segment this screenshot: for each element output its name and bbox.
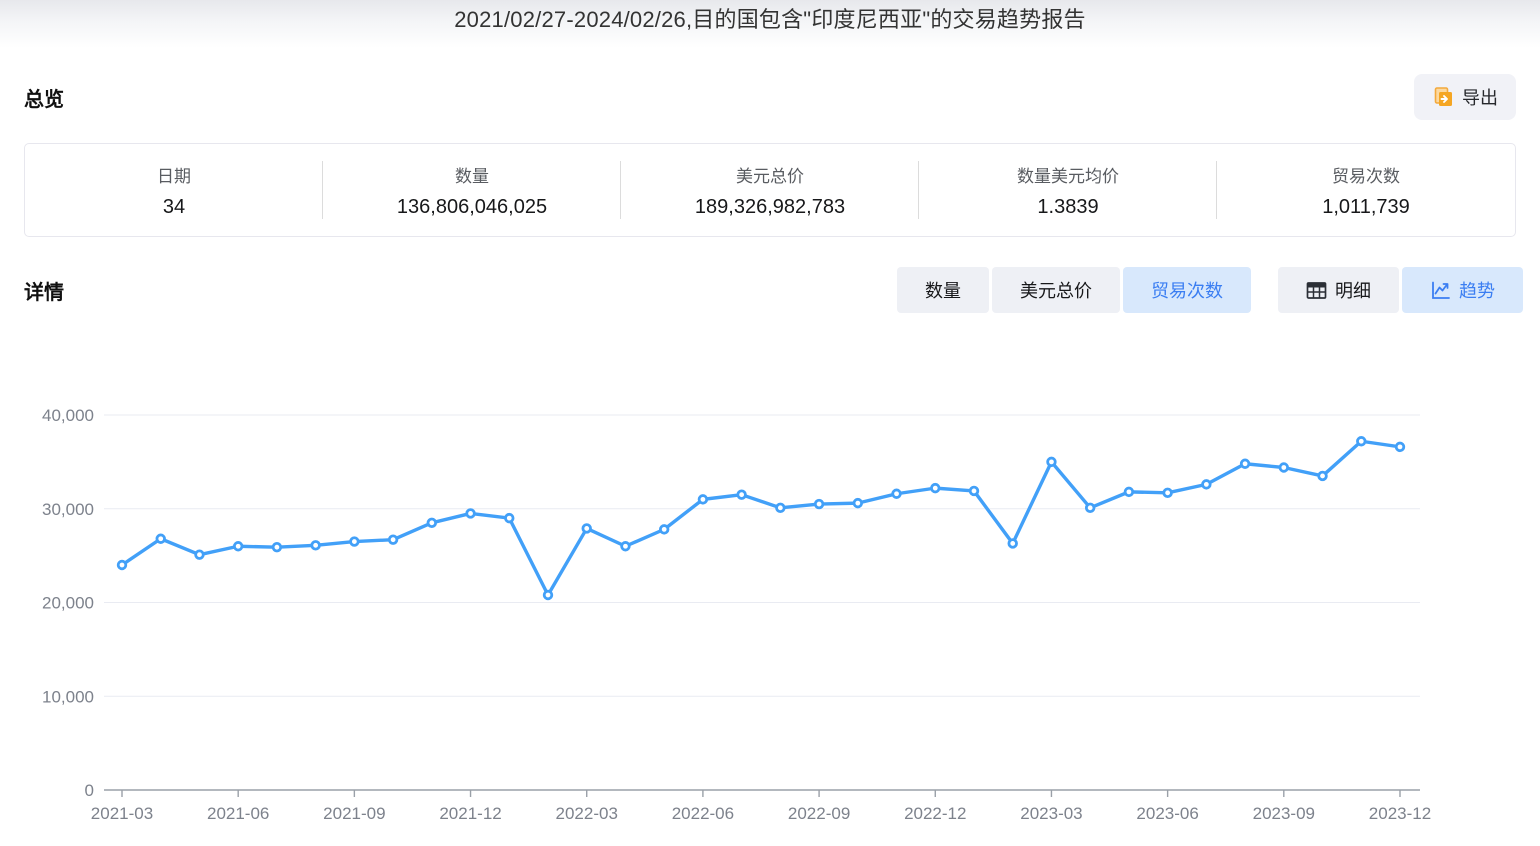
tab-quantity[interactable]: 数量 xyxy=(897,267,989,313)
details-tab-groups: 数量 美元总价 贸易次数 明细 xyxy=(897,267,1523,313)
svg-text:2021-09: 2021-09 xyxy=(323,804,385,823)
svg-text:2021-12: 2021-12 xyxy=(439,804,501,823)
stat-label: 日期 xyxy=(157,162,191,187)
stat-value: 136,806,046,025 xyxy=(397,196,547,219)
svg-text:2022-03: 2022-03 xyxy=(556,804,618,823)
svg-text:2022-09: 2022-09 xyxy=(788,804,850,823)
document-export-icon xyxy=(1432,86,1454,108)
tab-trade-count[interactable]: 贸易次数 xyxy=(1123,267,1251,313)
export-button-label: 导出 xyxy=(1462,84,1498,110)
stat-quantity: 数量 136,806,046,025 xyxy=(323,144,621,236)
svg-text:2021-03: 2021-03 xyxy=(91,804,153,823)
table-icon xyxy=(1306,280,1327,301)
svg-text:2023-03: 2023-03 xyxy=(1020,804,1082,823)
details-section-head: 详情 数量 美元总价 贸易次数 明细 xyxy=(24,267,1523,313)
stat-trade-count: 贸易次数 1,011,739 xyxy=(1217,144,1515,236)
stat-value: 1.3839 xyxy=(1037,196,1098,219)
page-title: 2021/02/27-2024/02/26,目的国包含"印度尼西亚"的交易趋势报… xyxy=(0,0,1540,40)
stat-value: 34 xyxy=(163,196,185,219)
stat-label: 数量 xyxy=(455,162,489,187)
tab-trend-label: 趋势 xyxy=(1459,277,1495,303)
metric-tabs: 数量 美元总价 贸易次数 xyxy=(897,267,1251,313)
line-chart-icon xyxy=(1430,280,1451,301)
svg-text:2022-06: 2022-06 xyxy=(672,804,734,823)
stat-date-count: 日期 34 xyxy=(25,144,323,236)
trade-trend-report-page: 2021/02/27-2024/02/26,目的国包含"印度尼西亚"的交易趋势报… xyxy=(0,0,1540,846)
svg-text:20,000: 20,000 xyxy=(42,594,94,613)
tab-detail-view[interactable]: 明细 xyxy=(1278,267,1399,313)
stat-value: 1,011,739 xyxy=(1322,196,1410,219)
export-button[interactable]: 导出 xyxy=(1414,74,1516,120)
stat-label: 数量美元均价 xyxy=(1017,162,1119,187)
trend-line-chart[interactable]: 0 10,000 20,000 30,000 40,000 2021-03 2021-06 2… xyxy=(0,378,1540,846)
svg-text:40,000: 40,000 xyxy=(42,406,94,425)
svg-text:2023-09: 2023-09 xyxy=(1253,804,1315,823)
stat-label: 贸易次数 xyxy=(1332,162,1400,187)
svg-text:0: 0 xyxy=(85,781,94,800)
stat-value: 189,326,982,783 xyxy=(695,196,845,219)
svg-text:2021-06: 2021-06 xyxy=(207,804,269,823)
overview-section-head: 总览 导出 xyxy=(24,74,1516,120)
report-header: 2021/02/27-2024/02/26,目的国包含"印度尼西亚"的交易趋势报… xyxy=(0,0,1540,48)
overview-heading: 总览 xyxy=(24,83,64,112)
chart-canvas[interactable]: 0 10,000 20,000 30,000 40,000 2021-03 2021-06 2… xyxy=(0,378,1540,846)
svg-text:10,000: 10,000 xyxy=(42,687,94,706)
view-tabs: 明细 趋势 xyxy=(1278,267,1523,313)
tab-trend-view[interactable]: 趋势 xyxy=(1402,267,1523,313)
svg-text:2023-12: 2023-12 xyxy=(1369,804,1431,823)
details-heading: 详情 xyxy=(24,276,64,305)
svg-text:2022-12: 2022-12 xyxy=(904,804,966,823)
tab-detail-label: 明细 xyxy=(1335,277,1371,303)
svg-text:2023-06: 2023-06 xyxy=(1136,804,1198,823)
stat-usd-avg-price: 数量美元均价 1.3839 xyxy=(919,144,1217,236)
svg-text:30,000: 30,000 xyxy=(42,500,94,519)
overview-stats-card: 日期 34 数量 136,806,046,025 美元总价 189,326,98… xyxy=(24,143,1516,237)
stat-label: 美元总价 xyxy=(736,162,804,187)
tab-usd-total[interactable]: 美元总价 xyxy=(992,267,1120,313)
stat-usd-total: 美元总价 189,326,982,783 xyxy=(621,144,919,236)
